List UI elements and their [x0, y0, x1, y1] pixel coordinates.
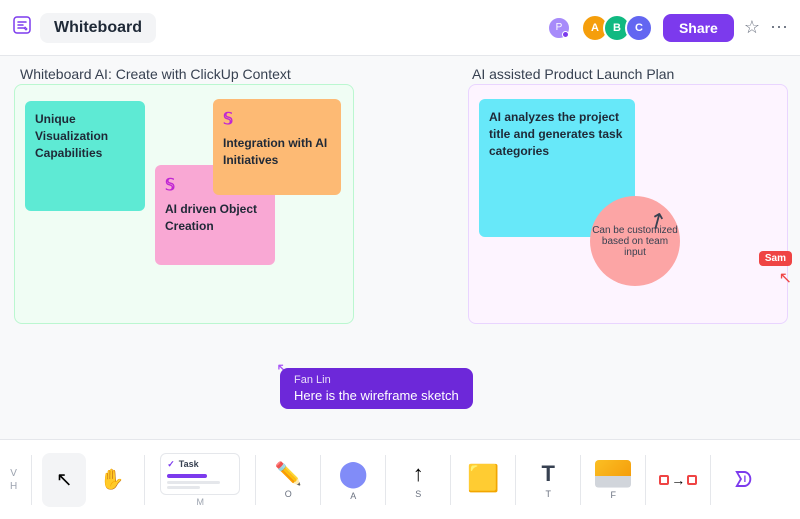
- hand-tool[interactable]: ✋: [90, 453, 134, 507]
- text-tool[interactable]: T T: [526, 453, 570, 507]
- sam-cursor: Sam ↖: [759, 251, 792, 288]
- pen-icon: ✏️: [275, 461, 302, 487]
- divider-6: [450, 455, 451, 505]
- left-board: Unique Visualization Capabilities 𝕊 AI d…: [14, 84, 354, 324]
- task-line-2: [167, 486, 200, 489]
- sticky-orange-left-text: Integration with AI Initiatives: [223, 136, 327, 167]
- connector-tool[interactable]: →: [656, 453, 700, 507]
- text-icon: T: [542, 461, 555, 487]
- divider-3: [255, 455, 256, 505]
- whiteboard-doc-icon: [12, 15, 32, 40]
- divider-9: [645, 455, 646, 505]
- header-right: P A B C Share ☆ ⋯: [547, 14, 788, 42]
- sticky-teal[interactable]: Unique Visualization Capabilities: [25, 101, 145, 211]
- selection-tools: ↖ ✋: [42, 453, 134, 507]
- t-label: T: [545, 489, 551, 499]
- divider-4: [320, 455, 321, 505]
- header: Whiteboard P A B C Share ☆ ⋯: [0, 0, 800, 56]
- more-icon[interactable]: ⋯: [770, 17, 788, 38]
- divider-2: [144, 455, 145, 505]
- task-check-icon: ✓: [167, 459, 175, 470]
- connector-box-2: [687, 475, 697, 485]
- arrow-tool[interactable]: ↑ S: [396, 453, 440, 507]
- vh-section: V H: [10, 468, 17, 492]
- divider-7: [515, 455, 516, 505]
- sticky-blue-text: AI analyzes the project title and genera…: [489, 110, 622, 158]
- divider-1: [31, 455, 32, 505]
- sticky-tool[interactable]: 🟨: [461, 453, 505, 507]
- clickup-icon: ᗥ: [734, 467, 752, 493]
- sticky-pink-text: AI driven Object Creation: [165, 202, 257, 233]
- divider-8: [580, 455, 581, 505]
- a-label: A: [350, 491, 356, 501]
- header-left: Whiteboard: [12, 13, 156, 43]
- right-section-label: AI assisted Product Launch Plan: [472, 66, 674, 82]
- toolbar: V H ↖ ✋ ✓ Task M ✏️ O ⬤ A: [0, 439, 800, 519]
- cursor-icon: ↖: [56, 467, 73, 492]
- fanlin-tooltip: Fan Lin Here is the wireframe sketch: [280, 368, 473, 409]
- image-tool[interactable]: F: [591, 453, 635, 507]
- shape-tool[interactable]: ⬤ A: [331, 453, 375, 507]
- cursor-tool[interactable]: ↖: [42, 453, 86, 507]
- f-label: F: [610, 490, 616, 500]
- o-label: O: [285, 489, 292, 499]
- tooltip-user-name: Fan Lin: [294, 374, 459, 386]
- arrow-up-icon: ↑: [413, 461, 424, 487]
- tooltip-message: Here is the wireframe sketch: [294, 388, 459, 403]
- image-preview: [595, 460, 631, 488]
- share-button[interactable]: Share: [663, 14, 734, 42]
- avatar: C: [625, 14, 653, 42]
- image-gradient: [595, 460, 631, 477]
- v-label: V: [10, 468, 17, 479]
- divider-5: [385, 455, 386, 505]
- avatar-group: A B C: [581, 14, 653, 42]
- sticky-teal-text: Unique Visualization Capabilities: [35, 112, 108, 160]
- divider-10: [710, 455, 711, 505]
- m-label: M: [196, 497, 204, 507]
- sticky-orange-left[interactable]: 𝕊 Integration with AI Initiatives: [213, 99, 341, 195]
- task-card-header: ✓ Task: [167, 459, 233, 470]
- avatar: P: [547, 16, 571, 40]
- circle-shape-icon: ⬤: [339, 458, 368, 489]
- page-title: Whiteboard: [40, 13, 156, 43]
- connector-box-1: [659, 475, 669, 485]
- star-icon[interactable]: ☆: [744, 17, 760, 38]
- cursor-icon: ↖: [779, 268, 792, 288]
- sticky-icon: 🟨: [467, 463, 499, 494]
- task-card-preview: ✓ Task: [160, 453, 240, 495]
- task-progress-bar: [167, 474, 207, 478]
- task-label: Task: [179, 459, 199, 469]
- h-label: H: [10, 481, 17, 492]
- left-section-label: Whiteboard AI: Create with ClickUp Conte…: [20, 66, 291, 82]
- hand-icon: ✋: [100, 467, 125, 492]
- ai-icon-orange: 𝕊: [223, 109, 331, 131]
- sam-label: Sam: [759, 251, 792, 266]
- clickup-tool[interactable]: ᗥ: [721, 453, 765, 507]
- circle-note: Can be customized based on team input: [590, 196, 680, 286]
- connector-arrow-icon: →: [671, 472, 685, 488]
- task-line-1: [167, 481, 220, 484]
- task-tool[interactable]: ✓ Task M: [155, 453, 245, 507]
- pen-tool[interactable]: ✏️ O: [266, 453, 310, 507]
- canvas: Whiteboard AI: Create with ClickUp Conte…: [0, 56, 800, 439]
- connector-icon: →: [659, 472, 697, 488]
- image-bottom: [595, 476, 631, 487]
- s-label: S: [415, 489, 421, 499]
